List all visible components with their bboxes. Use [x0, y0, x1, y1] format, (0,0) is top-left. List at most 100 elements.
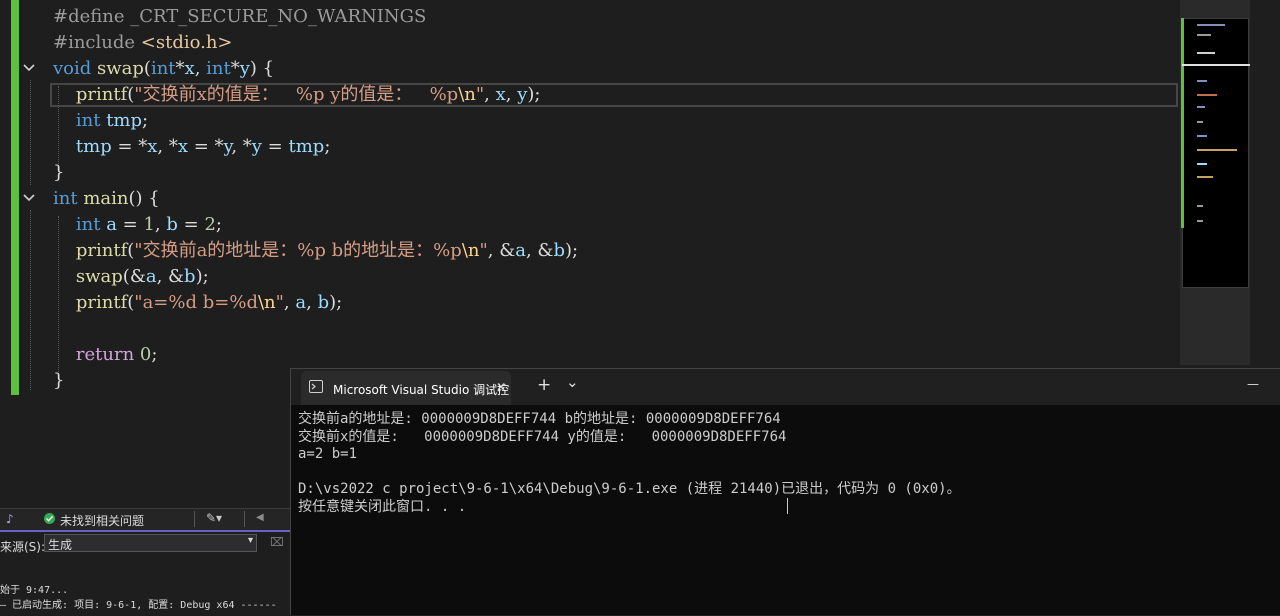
code-token: ,	[505, 84, 518, 105]
code-token: , &	[487, 240, 516, 261]
code-token: main	[83, 188, 129, 209]
code-token: ,	[484, 84, 496, 105]
fold-guide-main	[30, 210, 31, 390]
code-line[interactable]: }	[53, 160, 64, 186]
output-line-1: 始于 9:47...	[0, 585, 69, 596]
code-line[interactable]: int a = 1, b = 2;	[53, 212, 222, 238]
code-token: a	[145, 266, 157, 287]
code-token: x	[147, 136, 158, 157]
debug-console-window[interactable]: Microsoft Visual Studio 调试控 ✕ + ⌄ — 交换前a…	[290, 368, 1280, 615]
minimap-line	[1197, 106, 1205, 108]
console-tab[interactable]: Microsoft Visual Studio 调试控 ✕	[301, 371, 511, 405]
code-token: #define	[53, 6, 131, 27]
code-line[interactable]: printf("交换前x的值是： %p y的值是： %p\n", x, y);	[53, 82, 541, 108]
code-token: a	[106, 214, 117, 235]
code-token: }	[53, 162, 65, 183]
minimap-line	[1197, 52, 1215, 54]
code-token: , *	[157, 136, 178, 157]
intellicode-icon[interactable]: ♪	[6, 512, 14, 526]
code-token: b	[553, 240, 565, 261]
code-token: y	[517, 84, 528, 105]
fold-guide-swap	[30, 80, 31, 185]
minimap-viewport-indicator[interactable]	[1182, 64, 1250, 66]
code-token: tmp	[106, 110, 143, 131]
chevron-down-icon: ▾	[247, 535, 253, 546]
code-token: a	[515, 240, 526, 261]
text-cursor	[787, 498, 788, 514]
code-token: =	[116, 214, 144, 235]
minimap-line	[1197, 205, 1203, 207]
code-line[interactable]: int tmp;	[53, 108, 148, 134]
console-output[interactable]: 交换前a的地址是: 0000009D8DEFF744 b的地址是: 000000…	[298, 411, 961, 516]
code-token: \n	[458, 84, 476, 105]
code-line[interactable]: printf("a=%d b=%d\n", a, b);	[53, 290, 342, 316]
output-source-select[interactable]: 生成 ▾	[44, 534, 257, 552]
code-token: "交换前a的地址是：%p b的地址是：%p	[134, 240, 462, 261]
code-token: x	[177, 136, 189, 157]
code-line[interactable]: return 0;	[53, 342, 158, 368]
code-token: ,	[154, 214, 167, 235]
code-token: printf	[53, 84, 128, 105]
code-line[interactable]: tmp = *x, *x = *y, *y = tmp;	[53, 134, 331, 160]
code-token: 0	[139, 344, 152, 365]
code-token: \n	[257, 292, 276, 313]
scroll-left-icon[interactable]: ◀	[256, 512, 264, 523]
minimize-icon[interactable]: —	[1247, 377, 1259, 391]
code-token: ;	[151, 344, 158, 365]
console-output-line: a=2 b=1	[298, 446, 358, 462]
editor-status-strip: ♪ 未找到相关问题 ✎▾ ◀	[0, 508, 290, 530]
tab-dropdown-icon[interactable]: ⌄	[566, 373, 579, 391]
code-token: );	[527, 84, 541, 105]
code-line[interactable]: #include <stdio.h>	[53, 30, 233, 56]
code-line[interactable]: swap(&a, &b);	[53, 264, 209, 290]
terminal-icon	[309, 380, 323, 393]
console-output-line: 交换前a的地址是: 0000009D8DEFF744 b的地址是: 000000…	[298, 411, 781, 427]
cleanup-brush-icon[interactable]: ✎▾	[206, 511, 222, 525]
code-token: = *	[111, 136, 148, 157]
code-line[interactable]: void swap(int*x, int*y) {	[53, 56, 274, 82]
code-line[interactable]: }	[53, 368, 64, 394]
code-token: ;	[215, 214, 222, 235]
code-token: %p y的值是：	[290, 84, 424, 105]
code-token: *	[230, 58, 240, 79]
code-token: 2	[204, 214, 216, 235]
new-tab-icon[interactable]: +	[537, 375, 551, 395]
code-token: printf	[53, 240, 128, 261]
minimap-line	[1197, 149, 1237, 151]
fold-main-chevron-icon[interactable]	[22, 191, 38, 207]
minimap[interactable]	[1182, 18, 1249, 288]
code-line[interactable]: #define _CRT_SECURE_NO_WARNINGS	[53, 4, 426, 30]
code-token: swap	[53, 266, 123, 287]
code-token: , &	[525, 240, 554, 261]
code-token: , &	[156, 266, 185, 287]
console-tab-title: Microsoft Visual Studio 调试控	[333, 383, 510, 397]
console-output-line: 交换前x的值是: 0000009D8DEFF744 y的值是: 0000009D…	[298, 428, 787, 445]
minimap-line	[1197, 34, 1211, 36]
minimap-line	[1197, 135, 1207, 137]
console-output-line: 按任意键关闭此窗口. . .	[298, 498, 467, 515]
output-panel[interactable]: 来源(S): 生成 ▾ ⌧ 始于 9:47... — 已启动生成: 项目: 9-…	[0, 530, 290, 616]
code-token: "a=%d b=%d	[134, 292, 258, 313]
code-token: int	[53, 188, 84, 209]
code-line[interactable]: int main() {	[53, 186, 160, 212]
output-toolbar-icon[interactable]: ⌧	[270, 535, 284, 549]
output-source-value: 生成	[48, 538, 73, 552]
fold-swap-chevron-icon[interactable]	[22, 61, 38, 77]
code-line[interactable]: printf("交换前a的地址是：%p b的地址是：%p\n", &a, &b)…	[53, 238, 578, 264]
code-token: y	[239, 58, 250, 79]
code-token: _CRT_SECURE_NO_WARNINGS	[130, 6, 427, 27]
code-token: x	[184, 58, 195, 79]
code-token: 1	[143, 214, 155, 235]
minimap-line	[1197, 220, 1203, 222]
code-token: tmp	[288, 136, 325, 157]
code-token: , *	[231, 136, 252, 157]
output-source-label: 来源(S):	[0, 540, 46, 554]
close-tab-icon[interactable]: ✕	[496, 380, 506, 394]
code-token: =	[261, 136, 289, 157]
code-token: );	[329, 292, 343, 313]
code-token: "	[479, 240, 488, 261]
issues-status-text[interactable]: 未找到相关问题	[60, 512, 144, 529]
minimap-line	[1197, 80, 1207, 82]
console-title-bar[interactable]: Microsoft Visual Studio 调试控 ✕ + ⌄ —	[291, 369, 1280, 405]
